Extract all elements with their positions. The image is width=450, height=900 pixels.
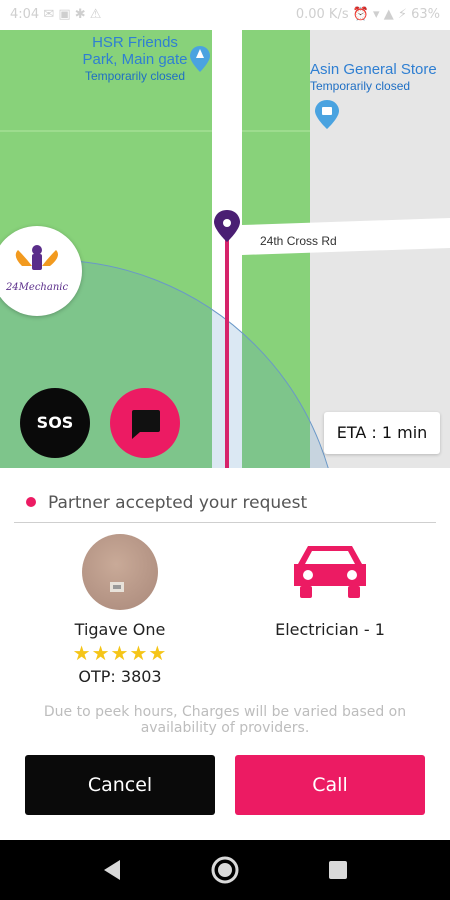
partner-name: Tigave One: [74, 620, 166, 639]
note-line-1: Due to peek hours, Charges will be varie…: [43, 704, 407, 720]
recents-icon: [329, 861, 347, 879]
poi-park-name-2: Park, Main gate: [82, 51, 188, 68]
back-icon: [104, 860, 120, 880]
otp-code: OTP: 3803: [78, 667, 162, 686]
poi-store-status: Temporarily closed: [310, 79, 411, 93]
home-button[interactable]: [195, 840, 255, 900]
chat-icon: [132, 410, 160, 439]
note-line-2: availability of providers.: [140, 720, 310, 736]
request-panel: Partner accepted your request Tigave One…: [0, 468, 450, 840]
partner-avatar: [82, 534, 158, 610]
system-nav-bar: [0, 840, 450, 900]
chat-button[interactable]: [110, 388, 180, 458]
logo-text: 24Mechanic: [5, 282, 69, 293]
divider: [14, 522, 436, 523]
status-bar: 4:04 ✉ ▣ ✱ ⚠ 0.00 K/s ⏰ ▾ ▲ ⚡ 63%: [0, 0, 450, 30]
logo-emblem-icon: [15, 245, 58, 270]
road-label: 24th Cross Rd: [260, 234, 337, 248]
rating-stars: ★★★★★: [72, 641, 168, 665]
home-icon: [211, 856, 239, 884]
poi-park-name-1: HSR Friends: [92, 34, 178, 51]
request-status: Partner accepted your request: [26, 493, 307, 513]
call-button[interactable]: Call: [235, 755, 425, 815]
peak-hours-note: Due to peek hours, Charges will be varie…: [20, 704, 430, 736]
poi-store-name: Asin General Store: [310, 61, 437, 78]
back-button[interactable]: [82, 840, 142, 900]
avatar-photo: [110, 582, 124, 592]
status-bar-right: 0.00 K/s ⏰ ▾ ▲ ⚡ 63%: [295, 7, 440, 22]
map-view[interactable]: HSR Friends Park, Main gate Temporarily …: [0, 30, 450, 468]
eta-badge: ETA : 1 min: [324, 412, 440, 454]
poi-store[interactable]: Asin General Store Temporarily closed: [310, 61, 450, 95]
status-bar-left: 4:04 ✉ ▣ ✱ ⚠: [10, 7, 102, 22]
sos-button[interactable]: SOS: [20, 388, 90, 458]
poi-park-status: Temporarily closed: [84, 69, 186, 83]
service-type: Electrician - 1: [275, 620, 385, 639]
status-dot-icon: [26, 497, 36, 507]
recents-button[interactable]: [308, 840, 368, 900]
car-icon: [294, 546, 366, 598]
request-status-text: Partner accepted your request: [48, 493, 308, 513]
cancel-button[interactable]: Cancel: [25, 755, 215, 815]
poi-park[interactable]: HSR Friends Park, Main gate Temporarily …: [60, 34, 210, 85]
